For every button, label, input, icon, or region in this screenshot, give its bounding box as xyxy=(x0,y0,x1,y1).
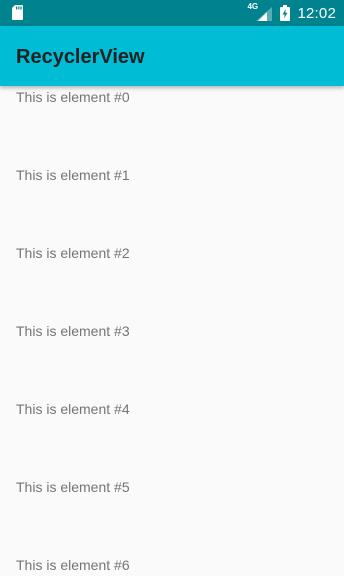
list-item-5[interactable]: This is element #5 xyxy=(16,479,130,495)
list-item-2[interactable]: This is element #2 xyxy=(16,245,130,261)
list-item-1[interactable]: This is element #1 xyxy=(16,167,130,183)
cell-signal-icon xyxy=(256,7,273,21)
recycler-list[interactable]: This is element #0 This is element #1 Th… xyxy=(0,86,344,576)
sd-card-icon xyxy=(12,5,23,20)
list-item-4[interactable]: This is element #4 xyxy=(16,401,130,417)
list-item-6[interactable]: This is element #6 xyxy=(16,557,130,573)
status-clock: 12:02 xyxy=(297,4,336,22)
signal-group: 4G xyxy=(247,3,273,21)
page-title: RecyclerView xyxy=(16,46,145,68)
list-item-0[interactable]: This is element #0 xyxy=(16,89,130,105)
app-bar: RecyclerView xyxy=(0,26,344,86)
status-bar: 4G 12:02 xyxy=(0,0,344,26)
battery-charging-icon xyxy=(280,5,291,21)
list-item-3[interactable]: This is element #3 xyxy=(16,323,130,339)
